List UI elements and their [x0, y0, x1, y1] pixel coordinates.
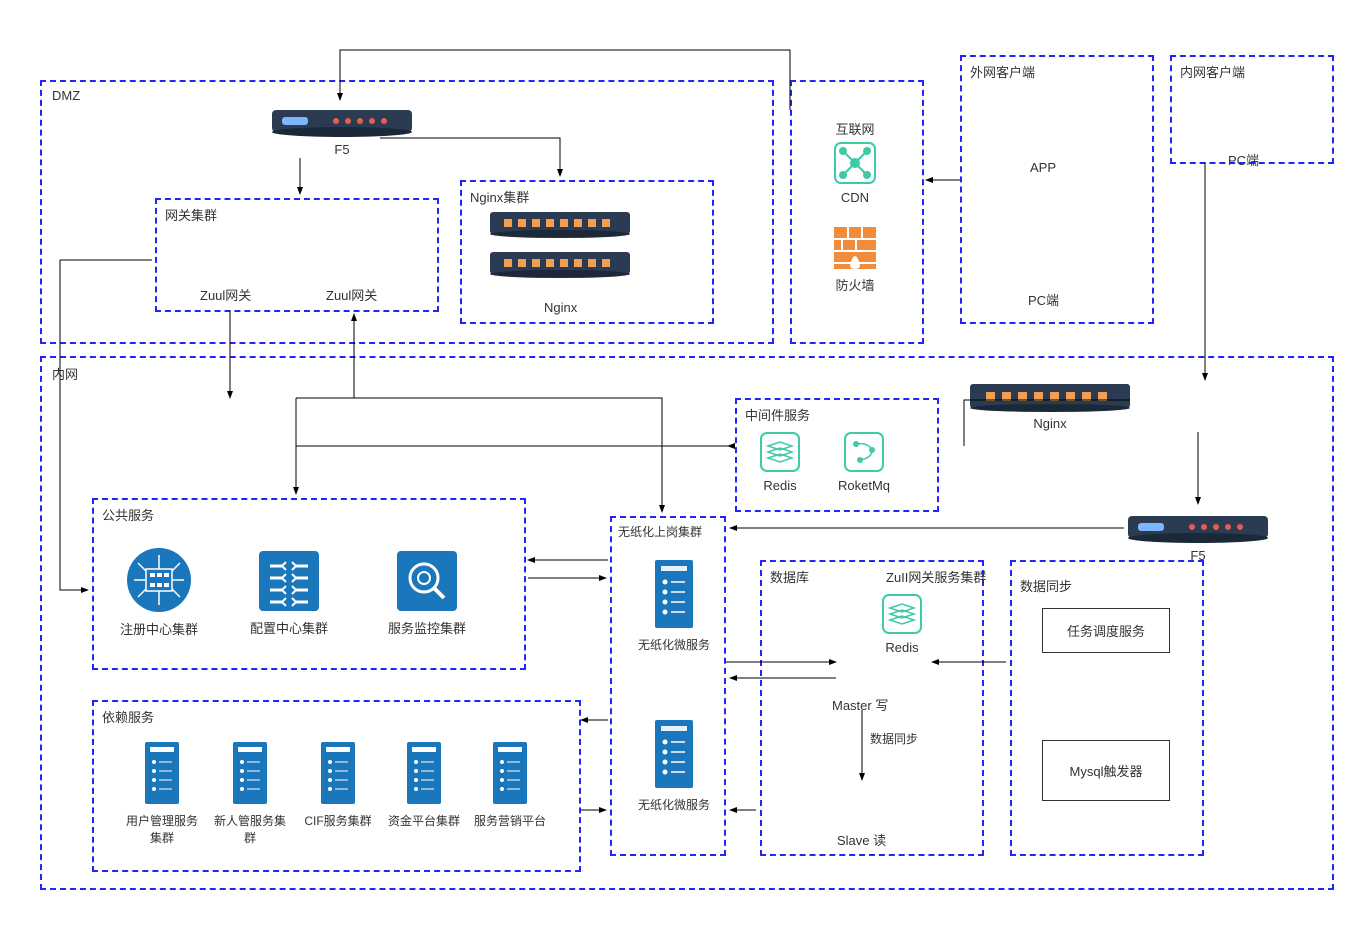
mysql-trigger-box: Mysql触发器	[1042, 740, 1170, 801]
switch-icon	[490, 252, 630, 278]
nginx-intranet-node: Nginx	[970, 384, 1130, 431]
external-client-label: 外网客户端	[970, 62, 1035, 81]
dep-marketing: 服务营销平台	[470, 740, 550, 829]
router-icon	[1128, 510, 1268, 544]
rocketmq-node: RoketMq	[838, 430, 890, 493]
redis-icon	[880, 592, 924, 636]
server-icon	[651, 558, 697, 632]
nginx-label: Nginx	[544, 300, 577, 315]
cdn-icon	[832, 140, 878, 186]
cdn-icon-node: CDN	[832, 140, 878, 205]
internal-client-label: 内网客户端	[1180, 62, 1245, 81]
external-client-zone	[960, 55, 1154, 324]
dep-newuser: 新人管服务集群	[210, 740, 290, 846]
db-master: Master 写	[832, 695, 888, 714]
switch-icon	[970, 384, 1130, 412]
public-service-label: 公共服务	[102, 505, 154, 524]
intranet-label: 内网	[52, 364, 78, 383]
db-redis-node: Redis	[880, 592, 924, 655]
internal-pc: PC端	[1228, 150, 1259, 169]
db-slave: Slave 读	[837, 830, 886, 849]
monitor-icon	[394, 548, 460, 614]
firewall-icon-node: 防火墙	[832, 225, 878, 294]
dep-cif: CIF服务集群	[298, 740, 378, 829]
external-pc: PC端	[1028, 290, 1059, 309]
nginx-switch-1	[490, 212, 630, 238]
gateway-cluster-label: 网关集群	[165, 205, 217, 224]
switch-icon	[490, 212, 630, 238]
dmz-label: DMZ	[52, 88, 80, 103]
server-icon	[318, 740, 358, 808]
sync-section-label: 数据同步	[1020, 576, 1072, 595]
firewall-icon	[832, 225, 878, 271]
registry-icon	[124, 545, 194, 615]
server-icon	[230, 740, 270, 808]
rocketmq-icon	[842, 430, 886, 474]
server-icon	[404, 740, 444, 808]
monitor-node: 服务监控集群	[388, 548, 466, 637]
scheduler-box: 任务调度服务	[1042, 608, 1170, 653]
paperless-label: 无纸化上岗集群	[618, 523, 702, 540]
dep-fund: 资金平台集群	[384, 740, 464, 829]
db-sync: 数据同步	[870, 730, 918, 747]
paperless-svc1: 无纸化微服务	[638, 558, 710, 653]
internet-title: 互联网	[800, 115, 910, 138]
nginx-switch-2	[490, 252, 630, 278]
database-label: 数据库	[770, 567, 809, 586]
f5-bottom-node: F5	[1128, 510, 1268, 563]
zuul1: Zuul网关	[200, 285, 251, 304]
zuul2: Zuul网关	[326, 285, 377, 304]
config-icon	[256, 548, 322, 614]
server-icon	[142, 740, 182, 808]
external-app: APP	[1030, 160, 1056, 175]
server-icon	[490, 740, 530, 808]
redis-mw-node: Redis	[758, 430, 802, 493]
zuul-service-label: ZuII网关服务集群	[886, 567, 986, 586]
registry-node: 注册中心集群	[120, 545, 198, 638]
dependent-label: 依赖服务	[102, 707, 154, 726]
server-icon	[651, 718, 697, 792]
middleware-label: 中间件服务	[745, 405, 810, 424]
dep-user: 用户管理服务集群	[122, 740, 202, 846]
redis-icon	[758, 430, 802, 474]
config-node: 配置中心集群	[250, 548, 328, 637]
router-icon	[272, 104, 412, 138]
zuul-service-zone	[1010, 560, 1204, 856]
f5-top-node: F5	[272, 104, 412, 157]
nginx-cluster-label: Nginx集群	[470, 187, 529, 206]
paperless-svc2: 无纸化微服务	[638, 718, 710, 813]
